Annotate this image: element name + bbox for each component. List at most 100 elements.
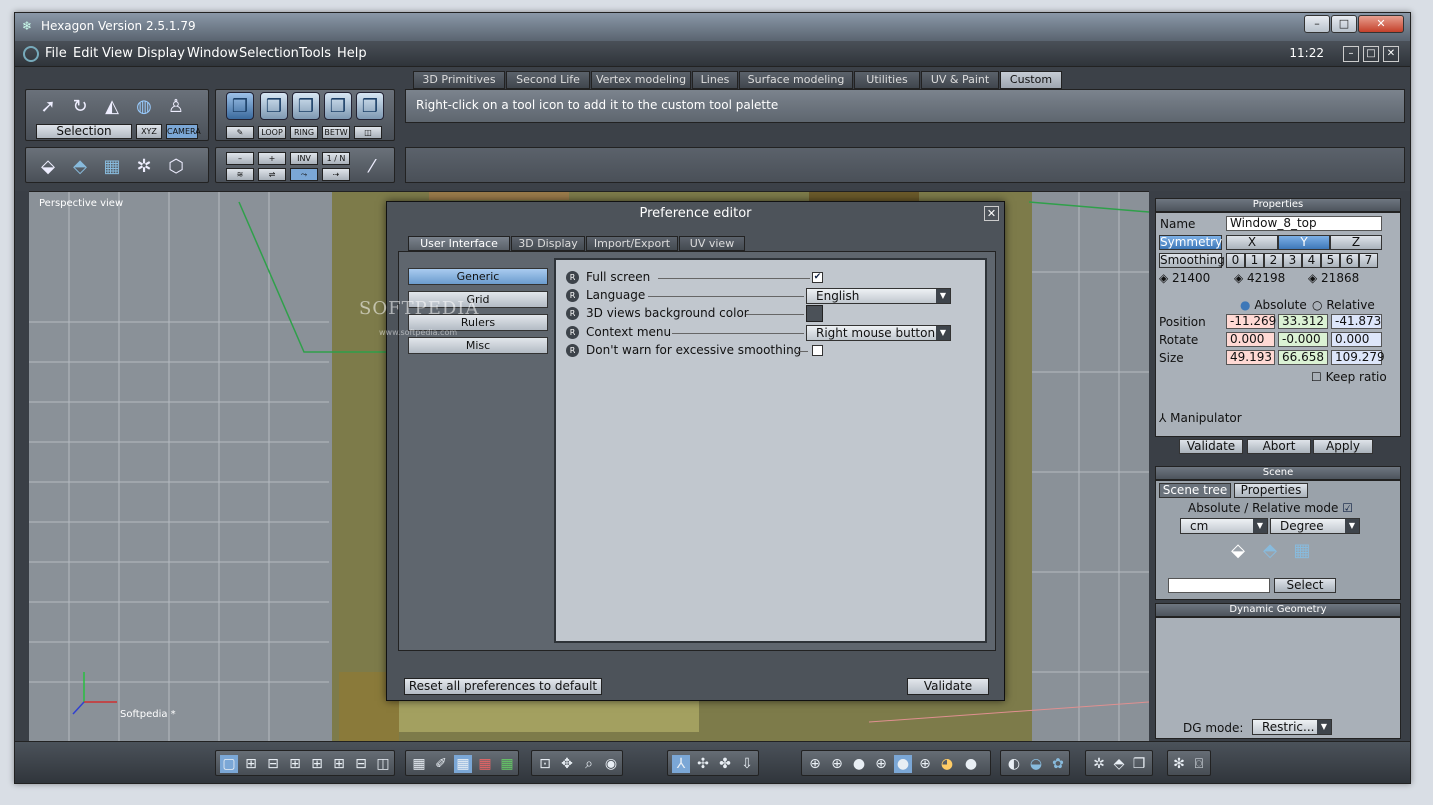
sphere-select-icon[interactable]: ◍ xyxy=(130,92,158,120)
select-pointer-icon[interactable]: ➚ xyxy=(34,92,62,120)
wire-hidden-icon[interactable]: ⊕ xyxy=(828,755,846,773)
menu-help[interactable]: Help xyxy=(337,46,367,61)
keep-ratio-checkbox[interactable]: ☐ Keep ratio xyxy=(1311,370,1387,384)
full-screen-checkbox[interactable]: ✔ xyxy=(812,272,823,283)
size-y-field[interactable]: 66.658 xyxy=(1278,350,1328,365)
doc-maximize-button[interactable]: □ xyxy=(1363,46,1379,62)
wire-sphere-icon[interactable]: ✲ xyxy=(130,152,158,180)
camera-button[interactable]: CAMERA xyxy=(166,124,201,139)
abs-rel-mode[interactable]: Absolute / Relative mode ☑ xyxy=(1188,501,1353,515)
scene-flat-icon[interactable]: ⬘ xyxy=(1256,536,1284,564)
select-connected-icon[interactable]: ⇌ xyxy=(258,168,286,181)
one-n-button[interactable]: 1 / N xyxy=(322,152,350,165)
unit-dropdown[interactable]: cm ▼ xyxy=(1180,518,1268,534)
smoothing-warn-checkbox[interactable] xyxy=(812,345,823,356)
zoom-icon[interactable]: ⌕ xyxy=(580,755,598,773)
wire-cube-icon[interactable]: ⬡ xyxy=(162,152,190,180)
frame-all-icon[interactable]: ⊡ xyxy=(536,755,554,773)
layout-five-icon[interactable]: ⊞ xyxy=(330,755,348,773)
flat-shade-icon[interactable]: ⬘ xyxy=(66,152,94,180)
grid-green-icon[interactable]: ▦ xyxy=(498,755,516,773)
category-generic[interactable]: Generic xyxy=(408,268,548,285)
reset-badge[interactable]: R xyxy=(566,271,579,284)
tab-uv-view[interactable]: UV view xyxy=(679,236,745,251)
layout-quad-icon[interactable]: ⊞ xyxy=(242,755,260,773)
selection-mode-dropdown[interactable]: Selection xyxy=(36,124,132,139)
loop-button[interactable]: LOOP xyxy=(258,126,286,139)
snap-icon[interactable]: ✐ xyxy=(432,755,450,773)
smooth-level-7[interactable]: 7 xyxy=(1359,253,1378,268)
close-button[interactable]: ✕ xyxy=(1358,15,1404,33)
manipulator-row[interactable]: ⅄ Manipulator xyxy=(1159,411,1242,425)
display-wire-icon[interactable]: ✲ xyxy=(1090,755,1108,773)
select-similar-icon[interactable]: ≋ xyxy=(226,168,254,181)
size-z-field[interactable]: 109.279 xyxy=(1331,350,1385,365)
grid-toggle-icon[interactable]: ▦ xyxy=(410,755,428,773)
light-one-icon[interactable]: ◐ xyxy=(1005,755,1023,773)
position-y-field[interactable]: 33.312 xyxy=(1278,314,1328,329)
lasso-icon[interactable]: ↻ xyxy=(66,92,94,120)
menu-selection[interactable]: Selection xyxy=(239,46,299,61)
scale-icon[interactable]: ⇩ xyxy=(738,755,756,773)
display-face-icon[interactable]: ⬘ xyxy=(1110,755,1128,773)
symmetry-x-button[interactable]: X xyxy=(1226,235,1278,250)
absolute-radio[interactable]: ● Absolute xyxy=(1240,298,1307,312)
category-misc[interactable]: Misc xyxy=(408,337,548,354)
dg-mode-dropdown[interactable]: Restric... ▼ xyxy=(1252,719,1332,735)
validate-button[interactable]: Validate xyxy=(1179,439,1243,454)
menu-edit[interactable]: Edit xyxy=(73,46,98,61)
reset-badge[interactable]: R xyxy=(566,326,579,339)
layout-three-icon[interactable]: ⊞ xyxy=(286,755,304,773)
layout-single-icon[interactable]: ▢ xyxy=(220,755,238,773)
tab-uv-paint[interactable]: UV & Paint xyxy=(921,71,999,89)
between-button[interactable]: BETW xyxy=(322,126,350,139)
texture-wire-icon[interactable]: ⊕ xyxy=(916,755,934,773)
reset-preferences-button[interactable]: Reset all preferences to default xyxy=(404,678,602,695)
rotate-icon[interactable]: ✤ xyxy=(716,755,734,773)
bg-color-swatch[interactable] xyxy=(806,305,823,322)
tab-scene-tree[interactable]: Scene tree xyxy=(1159,483,1231,498)
tab-custom[interactable]: Custom xyxy=(1000,71,1062,89)
smooth-shade-icon[interactable]: ⬙ xyxy=(34,152,62,180)
tab-user-interface[interactable]: User Interface xyxy=(408,236,510,251)
size-x-field[interactable]: 49.193 xyxy=(1226,350,1275,365)
scene-grid-icon[interactable]: ▦ xyxy=(1288,536,1316,564)
edge-mode-icon[interactable]: ❒ xyxy=(292,92,320,120)
dialog-close-button[interactable]: ✕ xyxy=(984,206,999,221)
symmetry-y-button[interactable]: Y xyxy=(1278,235,1330,250)
smooth-level-5[interactable]: 5 xyxy=(1321,253,1340,268)
reset-badge[interactable]: R xyxy=(566,307,579,320)
menu-display[interactable]: Display xyxy=(137,46,185,61)
grow-selection-button[interactable]: + xyxy=(258,152,286,165)
smooth-level-4[interactable]: 4 xyxy=(1302,253,1321,268)
camera-snapshot-icon[interactable]: ⌼ xyxy=(1190,755,1208,773)
knife-tool-icon[interactable]: ⁄ xyxy=(358,152,386,180)
auto-mode-icon[interactable]: ❒ xyxy=(356,92,384,120)
maximize-button[interactable]: □ xyxy=(1331,15,1357,33)
dialog-validate-button[interactable]: Validate xyxy=(907,678,989,695)
tab-utilities[interactable]: Utilities xyxy=(854,71,920,89)
select-path-icon[interactable]: ⤳ xyxy=(290,168,318,181)
menu-window[interactable]: Window xyxy=(187,46,238,61)
doc-close-button[interactable]: ✕ xyxy=(1383,46,1399,62)
object-name-field[interactable]: Window_8_top xyxy=(1226,216,1382,231)
language-dropdown[interactable]: English ▼ xyxy=(806,288,951,304)
reset-badge[interactable]: R xyxy=(566,289,579,302)
abort-button[interactable]: Abort xyxy=(1247,439,1311,454)
invert-selection-button[interactable]: INV xyxy=(290,152,318,165)
brush-select-icon[interactable]: ✎ xyxy=(226,126,254,139)
rotate-y-field[interactable]: -0.000 xyxy=(1278,332,1328,347)
tab-second-life[interactable]: Second Life xyxy=(506,71,590,89)
tab-scene-properties[interactable]: Properties xyxy=(1234,483,1308,498)
tab-surface-modeling[interactable]: Surface modeling xyxy=(739,71,853,89)
move-icon[interactable]: ✣ xyxy=(694,755,712,773)
reset-badge[interactable]: R xyxy=(566,344,579,357)
object-mode-icon[interactable]: ❒ xyxy=(226,92,254,120)
grid-shade-icon[interactable]: ▦ xyxy=(98,152,126,180)
symmetry-button[interactable]: Symmetry xyxy=(1159,235,1222,250)
apply-button[interactable]: Apply xyxy=(1313,439,1373,454)
smooth-wire-icon[interactable]: ⊕ xyxy=(872,755,890,773)
ring-button[interactable]: RING xyxy=(290,126,318,139)
grid-blue-icon[interactable]: ▦ xyxy=(454,755,472,773)
context-menu-dropdown[interactable]: Right mouse button ▼ xyxy=(806,325,951,341)
